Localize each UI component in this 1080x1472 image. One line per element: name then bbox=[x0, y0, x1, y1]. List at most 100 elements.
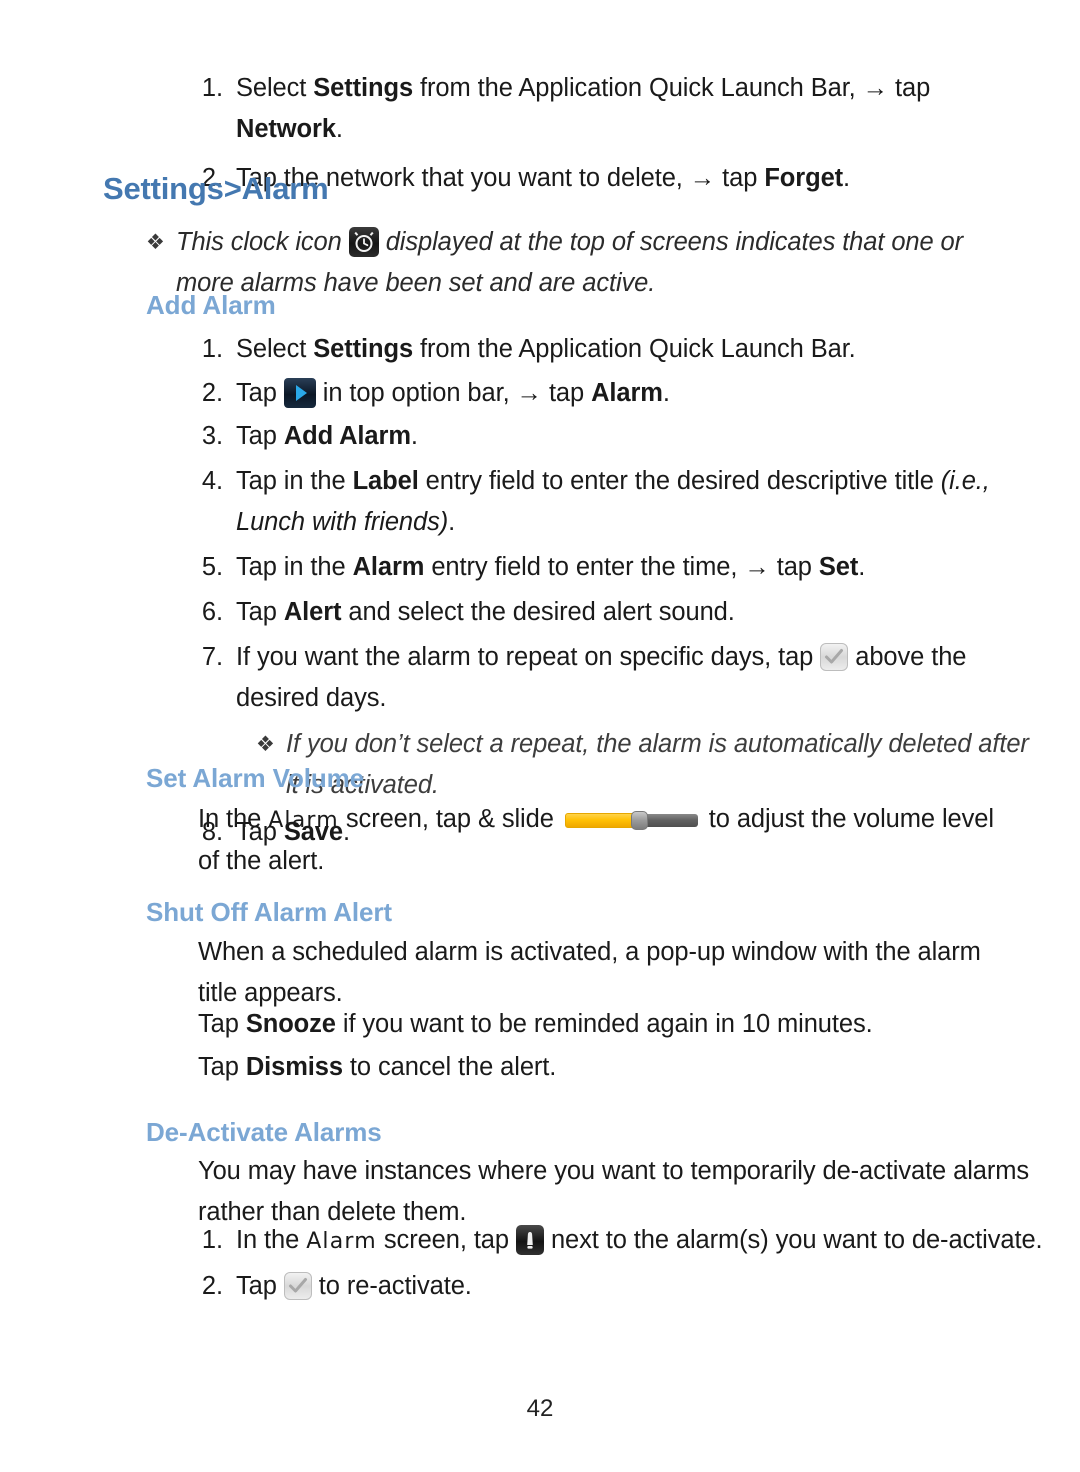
bold-settings: Settings bbox=[313, 74, 414, 102]
text-run: tap bbox=[769, 553, 819, 581]
list-item: 2. Tap in top option bar, → tap Alarm. bbox=[198, 373, 1048, 414]
list-number: 4. bbox=[201, 467, 223, 495]
arrow-glyph: → bbox=[862, 74, 889, 102]
text-run: . bbox=[662, 379, 670, 407]
bold-alarm: Alarm bbox=[352, 553, 425, 581]
text-run: Tap bbox=[198, 1010, 246, 1038]
list-number: 2. bbox=[201, 379, 223, 407]
list-item: 2. Tap to re-activate. bbox=[198, 1266, 1048, 1307]
list-item: 1. Select Settings from the Application … bbox=[198, 68, 1043, 150]
text-run: tap bbox=[715, 164, 765, 192]
list-text: In the Alarm screen, tap next to the ala… bbox=[236, 1220, 1048, 1262]
list-text: Tap Alert and select the desired alert s… bbox=[236, 592, 1048, 633]
page-number: 42 bbox=[526, 1395, 554, 1422]
alarm-clock-icon bbox=[348, 227, 379, 257]
text-run: in top option bar, bbox=[315, 379, 517, 407]
text-run: Tap bbox=[236, 422, 284, 450]
list-text: Tap in the Label entry field to enter th… bbox=[236, 461, 1048, 543]
text-run: from the Application Quick Launch Bar, bbox=[413, 74, 863, 102]
text-run: screen, tap & slide bbox=[338, 805, 561, 833]
text-run: to re-activate. bbox=[311, 1272, 472, 1300]
list-number: 3. bbox=[201, 422, 223, 450]
list-number: 2. bbox=[201, 1272, 223, 1300]
bullet-item: ❖ This clock icon displayed at the top o… bbox=[146, 222, 1021, 304]
text-run: tap bbox=[541, 379, 592, 407]
bold-alarm: Alarm bbox=[591, 379, 663, 407]
note-text: This clock icon displayed at the top of … bbox=[176, 222, 1021, 304]
diamond-bullet-icon: ❖ bbox=[256, 733, 275, 756]
list-item: 1. In the Alarm screen, tap next to the … bbox=[198, 1220, 1048, 1262]
section-heading-set-alarm-volume: Set Alarm Volume bbox=[146, 763, 365, 793]
list-number: 6. bbox=[201, 598, 223, 626]
volume-slider-fill bbox=[564, 813, 637, 828]
arrow-glyph: → bbox=[744, 553, 770, 581]
list-item: 6. Tap Alert and select the desired aler… bbox=[198, 592, 1048, 633]
page-title: Settings>Alarm bbox=[103, 171, 329, 206]
text-run: . bbox=[448, 508, 456, 536]
section-heading-add-alarm: Add Alarm bbox=[146, 290, 276, 320]
list-text: Select Settings from the Application Qui… bbox=[236, 329, 1048, 370]
text-run: Tap bbox=[236, 598, 284, 626]
text-run: Select bbox=[236, 335, 314, 363]
list-item: 5. Tap in the Alarm entry field to enter… bbox=[198, 547, 1048, 588]
bold-network: Network bbox=[236, 115, 336, 143]
note-text: If you don’t select a repeat, the alarm … bbox=[286, 730, 1029, 799]
text-run: tap bbox=[888, 74, 931, 102]
text-run: Tap bbox=[236, 379, 284, 407]
text-run: entry field to enter the desired descrip… bbox=[418, 467, 941, 495]
screen-name-alarm: Alarm bbox=[306, 1229, 377, 1254]
volume-slider-track bbox=[642, 814, 698, 827]
list-number: 7. bbox=[201, 643, 223, 671]
text-run: screen, tap bbox=[376, 1226, 516, 1254]
arrow-glyph: → bbox=[689, 164, 716, 192]
text-run: Select bbox=[236, 74, 314, 102]
section-heading-shut-off-alarm-alert: Shut Off Alarm Alert bbox=[146, 897, 392, 927]
volume-slider-handle[interactable] bbox=[630, 811, 648, 830]
diamond-bullet-icon: ❖ bbox=[146, 231, 165, 254]
arrow-glyph: → bbox=[516, 379, 543, 407]
text-run: In the bbox=[198, 805, 269, 833]
bold-settings: Settings bbox=[313, 335, 414, 363]
text-run: . bbox=[335, 115, 343, 143]
list-item: 1. Select Settings from the Application … bbox=[198, 329, 1048, 370]
reactivate-checkbox-icon bbox=[283, 1272, 312, 1300]
shut-off-paragraph-2: Tap Snooze if you want to be reminded ag… bbox=[198, 1004, 1016, 1045]
text-run: This clock icon bbox=[176, 228, 349, 256]
list-text: Tap the network that you want to delete,… bbox=[236, 158, 1043, 199]
bold-add-alarm: Add Alarm bbox=[283, 422, 411, 450]
text-run: to cancel the alert. bbox=[342, 1053, 557, 1081]
text-run: entry field to enter the time, bbox=[424, 553, 745, 581]
list-item: 7. If you want the alarm to repeat on sp… bbox=[198, 637, 1048, 719]
document-page: 1. Select Settings from the Application … bbox=[0, 0, 1080, 1472]
text-run: Tap in the bbox=[236, 553, 353, 581]
list-number: 1. bbox=[201, 335, 223, 363]
list-text: If you want the alarm to repeat on speci… bbox=[236, 637, 1048, 719]
text-run: Tap in the bbox=[236, 467, 353, 495]
set-alarm-volume-paragraph: In the Alarm screen, tap & slide to adju… bbox=[198, 799, 1018, 882]
text-run: If you want the alarm to repeat on speci… bbox=[236, 643, 821, 671]
text-run: In the bbox=[236, 1226, 307, 1254]
list-number: 1. bbox=[201, 74, 223, 102]
list-text: Tap to re-activate. bbox=[236, 1266, 1048, 1307]
text-run: . bbox=[858, 553, 866, 581]
clock-icon-note: ❖ This clock icon displayed at the top o… bbox=[146, 222, 1021, 304]
list-number: 5. bbox=[201, 553, 223, 581]
text-run: from the Application Quick Launch Bar. bbox=[413, 335, 856, 363]
list-text: Tap Add Alarm. bbox=[236, 416, 1048, 457]
list-text: Select Settings from the Application Qui… bbox=[236, 68, 1043, 150]
list-number: 1. bbox=[201, 1226, 223, 1254]
bold-label: Label bbox=[352, 467, 419, 495]
list-item: 3. Tap Add Alarm. bbox=[198, 416, 1048, 457]
list-text: Tap in top option bar, → tap Alarm. bbox=[236, 373, 1048, 414]
text-run: Tap bbox=[236, 1272, 284, 1300]
volume-slider[interactable] bbox=[564, 811, 698, 830]
bold-dismiss: Dismiss bbox=[245, 1053, 343, 1081]
bold-forget: Forget bbox=[764, 164, 844, 192]
bold-set: Set bbox=[818, 553, 859, 581]
bold-snooze: Snooze bbox=[245, 1010, 336, 1038]
list-item: 4. Tap in the Label entry field to enter… bbox=[198, 461, 1048, 543]
text-run: Tap bbox=[198, 1053, 246, 1081]
shut-off-paragraph-1: When a scheduled alarm is activated, a p… bbox=[198, 938, 981, 1007]
list-text: Tap in the Alarm entry field to enter th… bbox=[236, 547, 1048, 588]
alarm-off-bell-icon bbox=[515, 1225, 544, 1255]
